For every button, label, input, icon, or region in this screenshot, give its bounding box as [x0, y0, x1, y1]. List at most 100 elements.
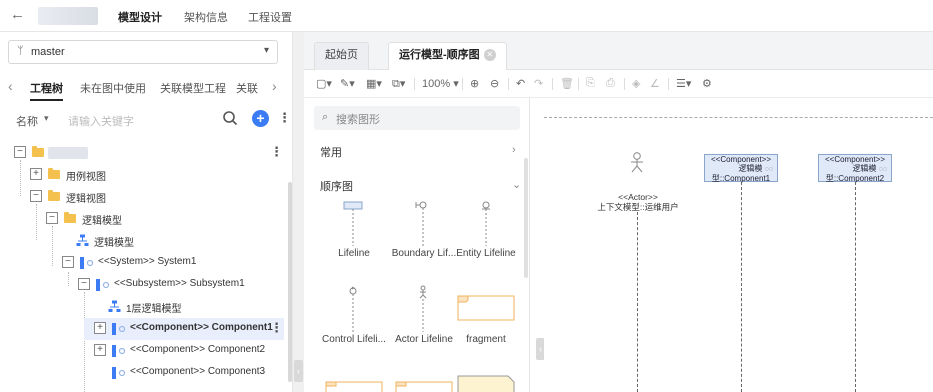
expand-toggle[interactable]: +: [94, 344, 106, 356]
shape-interaction-use[interactable]: [392, 376, 456, 392]
chevron-right-icon[interactable]: ›: [272, 78, 277, 94]
lifeline-name-line: 逻辑模: [852, 164, 877, 173]
tree-item-subsystem1[interactable]: − <<Subsystem>> Subsystem1: [0, 274, 290, 296]
folder-icon: [32, 146, 44, 157]
tab-start-page[interactable]: 起始页: [314, 42, 369, 70]
undo-icon[interactable]: ↶: [516, 77, 525, 90]
back-arrow-icon[interactable]: ←: [10, 6, 25, 23]
toolbar-separator: [668, 78, 669, 90]
tree-item-component3[interactable]: <<Component>> Component3: [0, 362, 290, 384]
expand-toggle[interactable]: +: [94, 322, 106, 334]
copy-icon[interactable]: ⧉▾: [392, 77, 405, 91]
expand-toggle[interactable]: +: [30, 168, 42, 180]
branch-icon: ᛘ: [17, 45, 24, 57]
settings-icon[interactable]: ⚙: [702, 77, 712, 90]
shape-actor-lifeline[interactable]: Actor Lifeline: [392, 284, 456, 354]
search-icon[interactable]: [222, 110, 238, 126]
tree-item-root[interactable]: − ⋮: [0, 142, 290, 164]
tree-item-component2[interactable]: + <<Component>> Component2: [0, 340, 290, 362]
toolbar-separator: [552, 78, 553, 90]
model-diagram-icon: [76, 234, 89, 246]
line-color-icon[interactable]: ∠: [650, 77, 660, 90]
lifeline-name-part: 逻辑模 ◌◌: [705, 164, 777, 174]
tab-label: 运行模型-顺序图: [399, 49, 480, 61]
shape-note[interactable]: [454, 374, 518, 392]
tree-item-component1[interactable]: + <<Component>> Component1 ⋮: [84, 318, 284, 340]
collapse-toggle[interactable]: −: [78, 278, 90, 290]
tab-model-design[interactable]: 模型设计: [118, 9, 162, 25]
palette-scrollbar[interactable]: [524, 158, 528, 278]
more-menu-icon[interactable]: ⋮: [278, 110, 291, 126]
tree-item-logical-model-folder[interactable]: − 逻辑模型: [0, 208, 290, 230]
tab-related-projects[interactable]: 关联模型工程: [160, 80, 226, 96]
shape-boundary-lifeline[interactable]: Boundary Lif...: [392, 198, 456, 268]
search-input[interactable]: 请输入关键字: [68, 113, 134, 129]
chevron-left-icon[interactable]: ‹: [8, 78, 13, 94]
root-name-redacted: [48, 147, 88, 159]
lifeline-component1[interactable]: <<Component>> 逻辑模 ◌◌ 型::Component1: [704, 154, 778, 183]
align-icon[interactable]: ☰▾: [676, 77, 691, 90]
shape-combined-fragment[interactable]: [322, 376, 386, 392]
tab-related-more[interactable]: 关联: [236, 80, 258, 96]
lifeline-component2[interactable]: <<Component>> 逻辑模 ◌◌ 型::Component2: [818, 154, 892, 183]
section-sequence[interactable]: 顺序图: [320, 178, 353, 194]
tree-scrollbar[interactable]: [288, 182, 292, 382]
panel-splitter[interactable]: ‹: [293, 32, 304, 392]
collapse-toggle[interactable]: −: [14, 146, 26, 158]
tree-item-label: 逻辑模型: [94, 238, 134, 249]
tree-item-label: <<System>> System1: [98, 256, 197, 267]
search-field-dropdown-icon[interactable]: ▾: [44, 113, 49, 124]
fill-color-icon[interactable]: ◈: [632, 77, 640, 90]
add-button[interactable]: +: [252, 110, 269, 127]
paste-icon[interactable]: ⎘: [586, 77, 595, 90]
tree-item-layer1-model[interactable]: 1层逻辑模型: [0, 296, 290, 318]
delete-icon[interactable]: 🗑: [560, 77, 574, 90]
collapse-left-panel-icon[interactable]: ‹: [294, 360, 303, 382]
shape-lifeline[interactable]: Lifeline: [322, 198, 386, 268]
new-file-icon[interactable]: ▢▾: [316, 77, 332, 90]
shape-search-input[interactable]: ⌕ 搜索图形: [314, 106, 520, 130]
shape-entity-lifeline[interactable]: Entity Lifeline: [454, 198, 518, 268]
tab-architecture-info[interactable]: 架构信息: [184, 9, 228, 25]
layout-icon[interactable]: ▦▾: [366, 77, 382, 90]
collapse-toggle[interactable]: −: [46, 212, 58, 224]
shape-label: Entity Lifeline: [456, 248, 516, 259]
chevron-right-icon[interactable]: ›: [512, 144, 516, 156]
lifeline-shape-icon: [343, 201, 363, 246]
tree-item-label: 逻辑模型: [82, 216, 122, 227]
control-shape-icon: [349, 286, 357, 332]
zoom-in-icon[interactable]: ⊕: [470, 77, 479, 90]
zoom-select[interactable]: 100% ▾: [422, 77, 459, 90]
lifeline-stereotype: <<Component>>: [710, 155, 772, 164]
actor-lifeline[interactable]: [637, 212, 638, 392]
component1-lifeline[interactable]: [741, 182, 742, 392]
collapse-toggle[interactable]: −: [62, 256, 74, 268]
zoom-out-icon[interactable]: ⊖: [490, 77, 499, 90]
actor-figure-icon[interactable]: [630, 152, 644, 174]
row-more-icon[interactable]: ⋮: [270, 144, 283, 160]
component2-lifeline[interactable]: [855, 182, 856, 392]
tree-item-system1[interactable]: − <<System>> System1: [0, 252, 290, 274]
chevron-down-icon[interactable]: ⌄: [512, 178, 521, 191]
tab-sequence-diagram[interactable]: 运行模型-顺序图 ✕: [388, 42, 507, 70]
redo-icon[interactable]: ↷: [534, 77, 543, 90]
clipboard-icon[interactable]: ⎙: [606, 77, 615, 90]
branch-select[interactable]: ᛘ master ▾: [8, 40, 278, 64]
tree-item-logical-model[interactable]: 逻辑模型: [0, 230, 290, 252]
component-icon: [80, 257, 94, 269]
edit-icon[interactable]: ✎▾: [340, 77, 355, 90]
tree-item-logical-view[interactable]: − 逻辑视图: [0, 186, 290, 208]
search-field-label[interactable]: 名称: [16, 113, 38, 129]
shape-control-lifeline[interactable]: Control Lifeli...: [322, 284, 386, 354]
tab-project-settings[interactable]: 工程设置: [248, 9, 292, 25]
diagram-canvas[interactable]: <<Actor>> 上下文模型::运维用户 <<Component>> 逻辑模 …: [544, 106, 933, 392]
section-common[interactable]: 常用: [320, 144, 342, 160]
close-tab-icon[interactable]: ✕: [483, 49, 496, 62]
shape-fragment[interactable]: fragment: [454, 284, 518, 354]
tab-project-tree[interactable]: 工程树: [30, 80, 63, 101]
collapse-toggle[interactable]: −: [30, 190, 42, 202]
shape-label: fragment: [466, 334, 506, 345]
tree-item-usecase-view[interactable]: + 用例视图: [0, 164, 290, 186]
tab-unused-in-diagram[interactable]: 未在图中使用: [80, 80, 146, 96]
row-more-icon[interactable]: ⋮: [270, 320, 283, 336]
